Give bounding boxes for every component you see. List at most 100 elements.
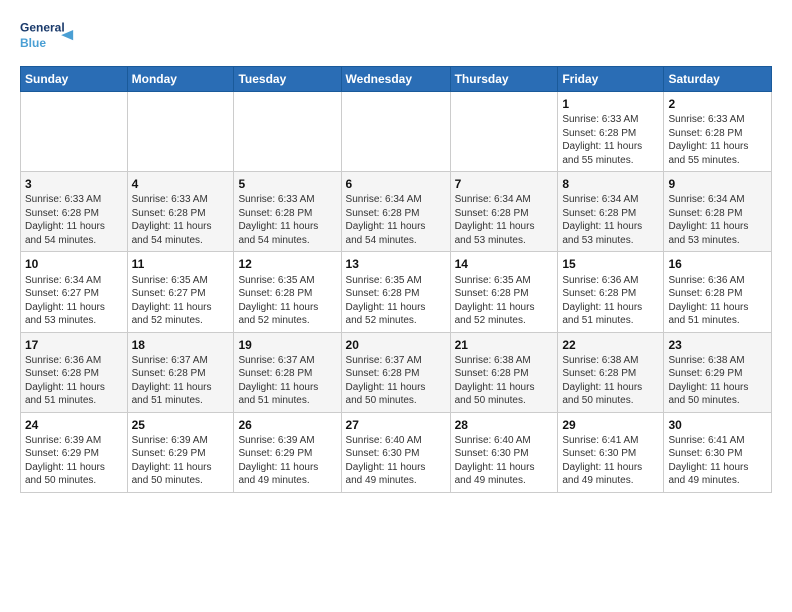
calendar-cell: 17Sunrise: 6:36 AM Sunset: 6:28 PM Dayli… (21, 332, 128, 412)
day-number: 7 (455, 176, 554, 192)
calendar-cell (341, 92, 450, 172)
calendar-cell: 29Sunrise: 6:41 AM Sunset: 6:30 PM Dayli… (558, 412, 664, 492)
day-number: 24 (25, 417, 123, 433)
day-number: 26 (238, 417, 336, 433)
day-number: 14 (455, 256, 554, 272)
day-info: Sunrise: 6:34 AM Sunset: 6:28 PM Dayligh… (668, 193, 767, 247)
day-number: 23 (668, 337, 767, 353)
calendar-cell: 19Sunrise: 6:37 AM Sunset: 6:28 PM Dayli… (234, 332, 341, 412)
day-info: Sunrise: 6:41 AM Sunset: 6:30 PM Dayligh… (668, 434, 767, 488)
day-info: Sunrise: 6:33 AM Sunset: 6:28 PM Dayligh… (238, 193, 336, 247)
day-info: Sunrise: 6:36 AM Sunset: 6:28 PM Dayligh… (668, 274, 767, 328)
day-number: 19 (238, 337, 336, 353)
day-info: Sunrise: 6:39 AM Sunset: 6:29 PM Dayligh… (25, 434, 123, 488)
day-number: 17 (25, 337, 123, 353)
calendar-cell: 21Sunrise: 6:38 AM Sunset: 6:28 PM Dayli… (450, 332, 558, 412)
calendar: SundayMondayTuesdayWednesdayThursdayFrid… (20, 66, 772, 493)
day-number: 4 (132, 176, 230, 192)
day-info: Sunrise: 6:38 AM Sunset: 6:28 PM Dayligh… (562, 354, 659, 408)
day-number: 28 (455, 417, 554, 433)
day-number: 8 (562, 176, 659, 192)
calendar-week-3: 10 Sunrise: 6:34 AM Sunset: 6:27 PM Dayli… (21, 252, 772, 332)
weekday-header-sunday: Sunday (21, 67, 128, 92)
svg-text:Blue: Blue (20, 36, 46, 50)
day-info: Sunrise: 6:37 AM Sunset: 6:28 PM Dayligh… (346, 354, 446, 408)
day-info: Sunrise: 6:35 AM Sunset: 6:28 PM Dayligh… (238, 274, 336, 328)
calendar-cell: 1Sunrise: 6:33 AM Sunset: 6:28 PM Daylig… (558, 92, 664, 172)
day-number: 3 (25, 176, 123, 192)
calendar-cell: 22Sunrise: 6:38 AM Sunset: 6:28 PM Dayli… (558, 332, 664, 412)
logo: General Blue (20, 16, 80, 56)
day-number: 27 (346, 417, 446, 433)
svg-text:General: General (20, 21, 65, 35)
calendar-cell: 10 Sunrise: 6:34 AM Sunset: 6:27 PM Dayli… (21, 252, 128, 332)
weekday-header-tuesday: Tuesday (234, 67, 341, 92)
day-info: Sunrise: 6:35 AM Sunset: 6:28 PM Dayligh… (455, 274, 554, 328)
weekday-header-wednesday: Wednesday (341, 67, 450, 92)
day-info: Sunrise: 6:39 AM Sunset: 6:29 PM Dayligh… (132, 434, 230, 488)
day-info: Sunrise: 6:34 AM Sunset: 6:28 PM Dayligh… (562, 193, 659, 247)
calendar-cell: 23Sunrise: 6:38 AM Sunset: 6:29 PM Dayli… (664, 332, 772, 412)
day-number: 30 (668, 417, 767, 433)
day-info: Sunrise: 6:39 AM Sunset: 6:29 PM Dayligh… (238, 434, 336, 488)
day-number: 25 (132, 417, 230, 433)
day-info: Sunrise: 6:37 AM Sunset: 6:28 PM Dayligh… (238, 354, 336, 408)
day-info: Sunrise: 6:38 AM Sunset: 6:28 PM Dayligh… (455, 354, 554, 408)
day-number: 20 (346, 337, 446, 353)
calendar-cell: 11Sunrise: 6:35 AM Sunset: 6:27 PM Dayli… (127, 252, 234, 332)
calendar-cell: 30Sunrise: 6:41 AM Sunset: 6:30 PM Dayli… (664, 412, 772, 492)
day-info: Sunrise: 6:33 AM Sunset: 6:28 PM Dayligh… (668, 113, 767, 167)
calendar-cell: 3Sunrise: 6:33 AM Sunset: 6:28 PM Daylig… (21, 172, 128, 252)
calendar-cell: 25Sunrise: 6:39 AM Sunset: 6:29 PM Dayli… (127, 412, 234, 492)
day-info: Sunrise: 6:36 AM Sunset: 6:28 PM Dayligh… (25, 354, 123, 408)
calendar-cell (450, 92, 558, 172)
weekday-header-saturday: Saturday (664, 67, 772, 92)
day-number: 13 (346, 256, 446, 272)
day-number: 15 (562, 256, 659, 272)
day-number: 21 (455, 337, 554, 353)
calendar-cell: 16 Sunrise: 6:36 AM Sunset: 6:28 PM Dayli… (664, 252, 772, 332)
calendar-cell: 27Sunrise: 6:40 AM Sunset: 6:30 PM Dayli… (341, 412, 450, 492)
day-number: 29 (562, 417, 659, 433)
calendar-cell: 24Sunrise: 6:39 AM Sunset: 6:29 PM Dayli… (21, 412, 128, 492)
calendar-cell (21, 92, 128, 172)
calendar-cell: 12 Sunrise: 6:35 AM Sunset: 6:28 PM Dayli… (234, 252, 341, 332)
day-number: 16 (668, 256, 767, 272)
day-info: Sunrise: 6:34 AM Sunset: 6:27 PM Dayligh… (25, 274, 123, 328)
calendar-cell: 9Sunrise: 6:34 AM Sunset: 6:28 PM Daylig… (664, 172, 772, 252)
calendar-cell: 4Sunrise: 6:33 AM Sunset: 6:28 PM Daylig… (127, 172, 234, 252)
calendar-cell: 8Sunrise: 6:34 AM Sunset: 6:28 PM Daylig… (558, 172, 664, 252)
calendar-cell: 26Sunrise: 6:39 AM Sunset: 6:29 PM Dayli… (234, 412, 341, 492)
day-number: 2 (668, 96, 767, 112)
calendar-cell: 6Sunrise: 6:34 AM Sunset: 6:28 PM Daylig… (341, 172, 450, 252)
day-info: Sunrise: 6:38 AM Sunset: 6:29 PM Dayligh… (668, 354, 767, 408)
day-number: 1 (562, 96, 659, 112)
calendar-cell (127, 92, 234, 172)
day-info: Sunrise: 6:41 AM Sunset: 6:30 PM Dayligh… (562, 434, 659, 488)
day-info: Sunrise: 6:35 AM Sunset: 6:27 PM Dayligh… (132, 274, 230, 328)
calendar-week-1: 1Sunrise: 6:33 AM Sunset: 6:28 PM Daylig… (21, 92, 772, 172)
day-number: 18 (132, 337, 230, 353)
day-number: 9 (668, 176, 767, 192)
day-info: Sunrise: 6:33 AM Sunset: 6:28 PM Dayligh… (132, 193, 230, 247)
day-info: Sunrise: 6:36 AM Sunset: 6:28 PM Dayligh… (562, 274, 659, 328)
calendar-cell: 18Sunrise: 6:37 AM Sunset: 6:28 PM Dayli… (127, 332, 234, 412)
day-info: Sunrise: 6:33 AM Sunset: 6:28 PM Dayligh… (25, 193, 123, 247)
day-number: 22 (562, 337, 659, 353)
calendar-cell: 20Sunrise: 6:37 AM Sunset: 6:28 PM Dayli… (341, 332, 450, 412)
page: General Blue SundayMondayTuesdayWednesda… (0, 0, 792, 509)
header: General Blue (20, 16, 772, 56)
calendar-week-2: 3Sunrise: 6:33 AM Sunset: 6:28 PM Daylig… (21, 172, 772, 252)
day-number: 10 (25, 256, 123, 272)
weekday-header-monday: Monday (127, 67, 234, 92)
calendar-cell: 7Sunrise: 6:34 AM Sunset: 6:28 PM Daylig… (450, 172, 558, 252)
day-info: Sunrise: 6:40 AM Sunset: 6:30 PM Dayligh… (455, 434, 554, 488)
calendar-cell: 28Sunrise: 6:40 AM Sunset: 6:30 PM Dayli… (450, 412, 558, 492)
day-number: 12 (238, 256, 336, 272)
day-info: Sunrise: 6:33 AM Sunset: 6:28 PM Dayligh… (562, 113, 659, 167)
day-info: Sunrise: 6:37 AM Sunset: 6:28 PM Dayligh… (132, 354, 230, 408)
calendar-week-4: 17Sunrise: 6:36 AM Sunset: 6:28 PM Dayli… (21, 332, 772, 412)
calendar-cell (234, 92, 341, 172)
calendar-header-row: SundayMondayTuesdayWednesdayThursdayFrid… (21, 67, 772, 92)
calendar-cell: 14 Sunrise: 6:35 AM Sunset: 6:28 PM Dayli… (450, 252, 558, 332)
